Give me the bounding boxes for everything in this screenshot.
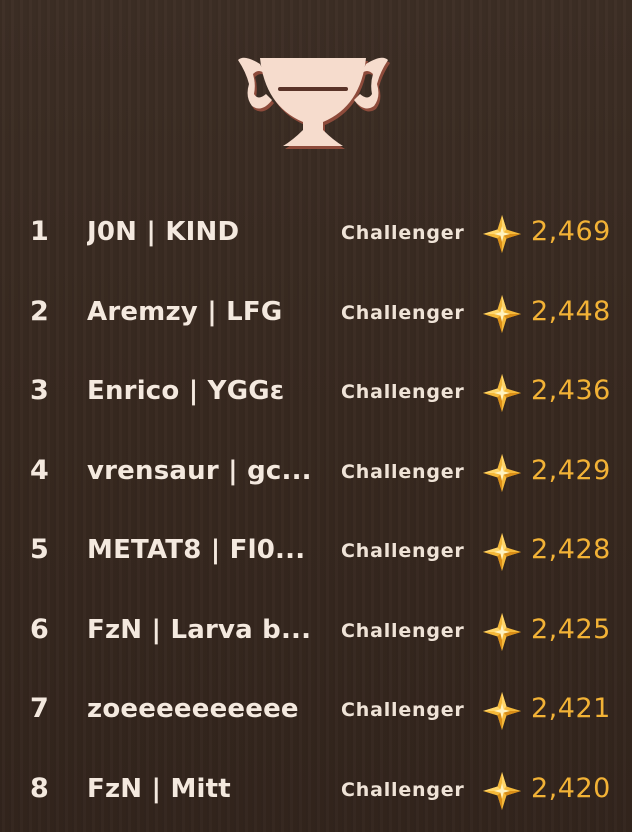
league-points: 2,469 [531, 216, 611, 247]
gold-star-icon [483, 294, 521, 333]
tier-label: Challenger [341, 222, 465, 244]
league-points: 2,425 [531, 613, 611, 645]
league-points: 2,420 [531, 772, 611, 804]
leaderboard-row[interactable]: 2 Aremzy | LFG Challenger 2,448 [0, 275, 632, 355]
tier-label: Challenger [341, 699, 465, 721]
rank-number: 4 [30, 454, 49, 486]
tier-label: Challenger [341, 460, 465, 483]
gold-star-icon [483, 771, 521, 810]
leaderboard-row[interactable]: 4 vrensaur | gc... Challenger 2,429 [0, 434, 632, 514]
rank-number: 3 [30, 375, 49, 406]
tier-label: Challenger [341, 619, 465, 642]
leaderboard-row[interactable]: 7 zoeeeeeeeeee Challenger 2,421 [0, 672, 632, 752]
rank-number: 8 [30, 772, 49, 804]
gold-star-icon [483, 453, 521, 492]
trophy-icon [238, 57, 390, 149]
rank-number: 1 [30, 216, 49, 247]
tier-label: Challenger [341, 778, 465, 801]
rank-number: 5 [30, 534, 49, 565]
player-name: FzN | Mitt [87, 773, 231, 804]
rank-number: 2 [30, 295, 49, 327]
leaderboard-row[interactable]: 3 Enrico | YGGɛ Challenger 2,436 [0, 354, 632, 434]
league-points: 2,429 [531, 454, 611, 486]
player-name: Aremzy | LFG [87, 296, 283, 327]
leaderboard-list: 1 J0N | KIND Challenger 2,469 2 Aremzy |… [0, 195, 632, 831]
league-points: 2,448 [531, 295, 611, 327]
player-name: FzN | Larva b... [87, 614, 312, 645]
leaderboard-row[interactable]: 1 J0N | KIND Challenger 2,469 [0, 195, 632, 275]
tier-label: Challenger [341, 540, 465, 562]
gold-star-icon [483, 215, 521, 253]
league-points: 2,436 [531, 375, 611, 406]
player-name: METAT8 | Fl0... [87, 535, 306, 565]
rank-number: 6 [30, 613, 49, 645]
gold-star-icon [483, 612, 521, 651]
rank-number: 7 [30, 693, 49, 724]
leaderboard-row[interactable]: 8 FzN | Mitt Challenger 2,420 [0, 752, 632, 832]
league-points: 2,421 [531, 693, 611, 724]
tier-label: Challenger [341, 381, 465, 403]
tier-label: Challenger [341, 301, 465, 324]
gold-star-icon [483, 533, 521, 571]
gold-star-icon [483, 692, 521, 730]
player-name: vrensaur | gc... [87, 455, 312, 486]
league-points: 2,428 [531, 534, 611, 565]
player-name: J0N | KIND [87, 217, 240, 247]
player-name: Enrico | YGGɛ [87, 376, 285, 406]
gold-star-icon [483, 374, 521, 412]
leaderboard-row[interactable]: 6 FzN | Larva b... Challenger 2,425 [0, 593, 632, 673]
player-name: zoeeeeeeeeee [87, 694, 299, 724]
leaderboard-row[interactable]: 5 METAT8 | Fl0... Challenger 2,428 [0, 513, 632, 593]
